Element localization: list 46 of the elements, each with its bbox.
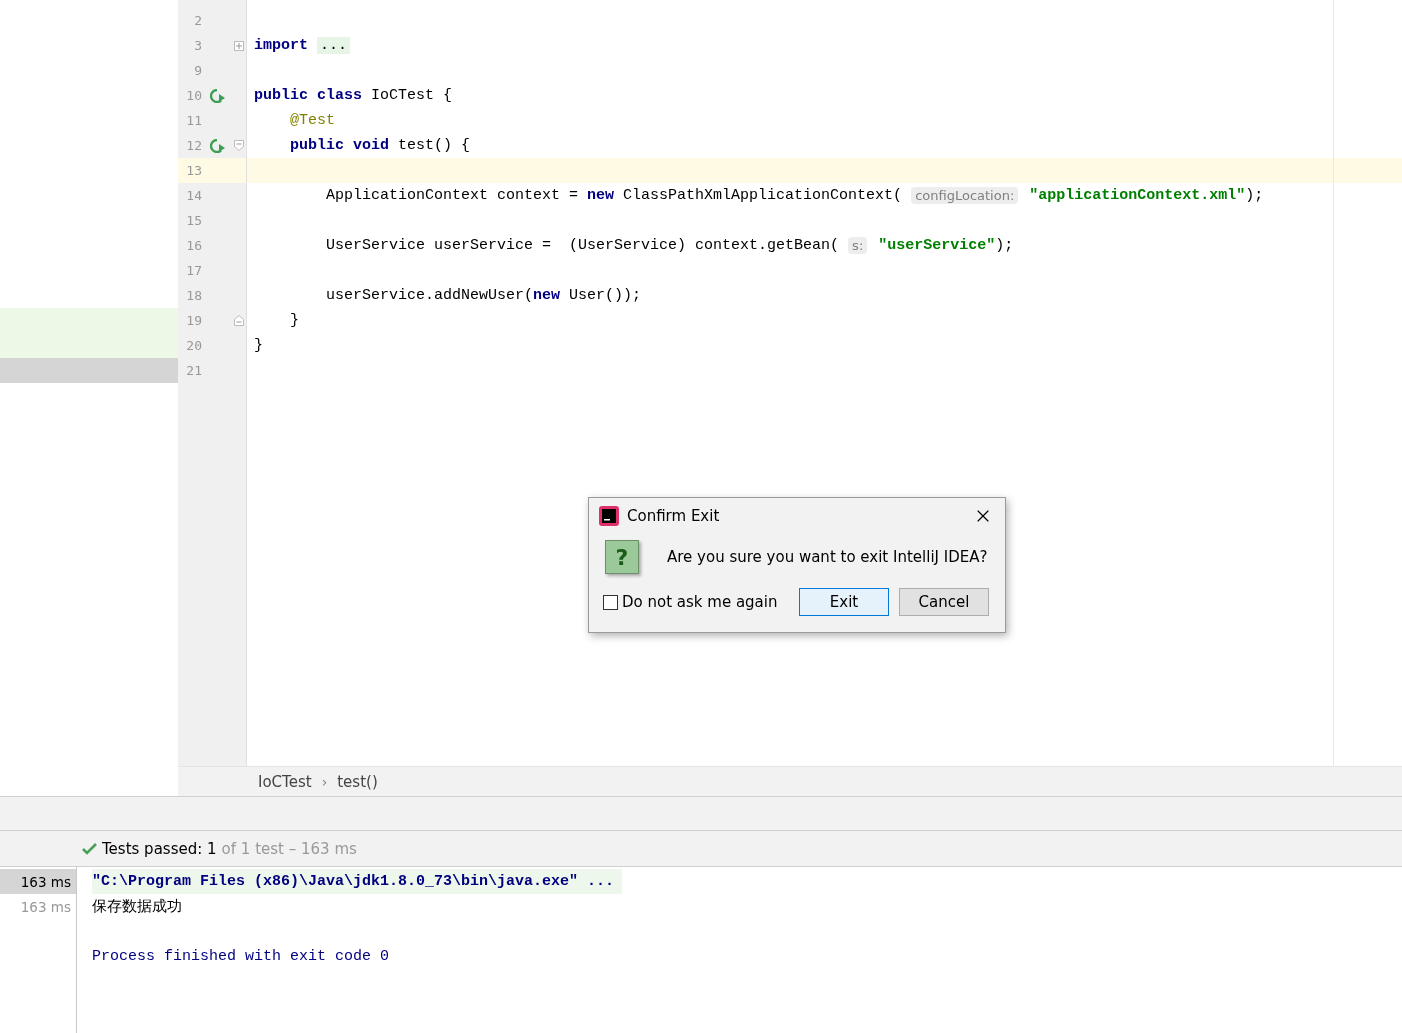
line-number: 2 [193,13,202,28]
line-number: 20 [185,338,202,353]
line-number: 18 [185,288,202,303]
line-number: 19 [185,313,202,328]
code-line: public class IoCTest { [254,87,453,104]
code-line: @Test [289,112,335,129]
test-detail: of 1 test – 163 ms [221,839,357,858]
checkbox[interactable] [603,594,618,610]
app-logo-icon [599,506,619,526]
code-line: } [289,312,299,329]
line-number: 15 [185,213,202,228]
line-number: 16 [185,238,202,253]
question-icon: ? [605,540,639,574]
run-test-icon[interactable] [210,138,226,153]
code-line: } [254,337,263,354]
console-line: Process finished with exit code 0 [92,947,391,967]
code-line: userService.addNewUser(new User()); [325,287,642,304]
tests-passed-label: Tests passed: 1 [102,839,217,858]
line-number: 10 [185,88,202,103]
line-number: 11 [185,113,202,128]
dialog-button[interactable]: Cancel [899,588,989,616]
code-line: public void test() { [289,137,471,154]
breadcrumb-item[interactable]: test() [337,772,378,791]
line-number: 9 [193,63,202,78]
fold-end-icon[interactable] [234,315,244,326]
line-number: 13 [185,163,202,178]
run-test-icon[interactable] [210,88,226,103]
code-line: import ... [254,37,351,54]
console-line: 保存数据成功 [92,896,183,917]
test-duration[interactable]: 163 ms [0,869,76,894]
dialog-button[interactable]: Exit [799,588,889,616]
code-line: ApplicationContext context = new ClassPathXmlApplicationContext( configLocation: "applicationContext.xml"); [325,187,1264,204]
expand-fold-icon[interactable] [234,40,244,51]
line-number: 17 [185,263,202,278]
line-number: 14 [185,188,202,203]
code-line: UserService userService = (UserService) context.getBean( s: "userService"); [325,237,1014,254]
checkbox-label: Do not ask me again [622,593,778,611]
dialog-message: Are you sure you want to exit IntelliJ IDEA? [667,548,988,566]
breadcrumb-item[interactable]: IoCTest [258,772,312,791]
line-number: 12 [185,138,202,153]
check-icon [82,842,97,855]
breadcrumb-separator: › [321,773,328,790]
line-number: 21 [185,363,202,378]
collapse-fold-icon[interactable] [234,140,244,151]
dialog-title: Confirm Exit [627,507,721,525]
line-number: 3 [193,38,202,53]
